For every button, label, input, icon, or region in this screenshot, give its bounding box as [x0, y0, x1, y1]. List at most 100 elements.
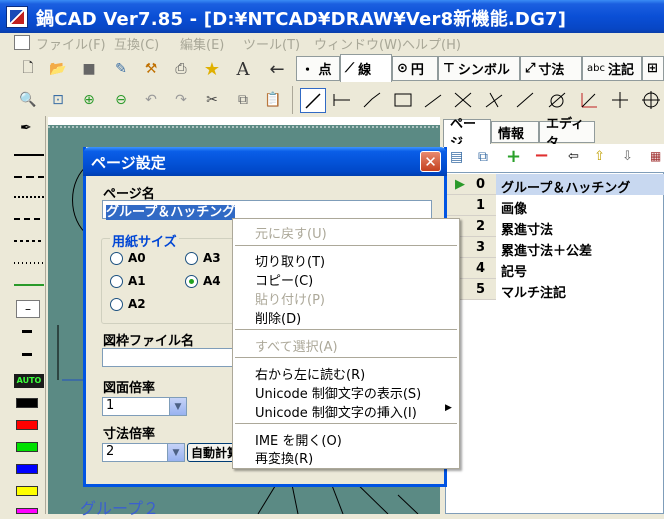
page-copy-icon[interactable]: ⧉ — [478, 149, 488, 165]
menu-window[interactable]: ウィンドウ(W) — [314, 34, 402, 53]
list-item[interactable]: 3 累進寸法＋公差 — [446, 237, 664, 259]
tab-info[interactable]: 情報 — [491, 121, 539, 143]
offset-tool-icon[interactable] — [483, 89, 505, 111]
copy-icon[interactable]: ⧉ — [232, 89, 254, 111]
remove-page-icon[interactable]: − — [534, 145, 549, 166]
menu-compat[interactable]: 互換(C) — [114, 34, 159, 53]
tab-symbol[interactable]: ⊤ シンボル — [438, 56, 520, 81]
zoom-icon[interactable]: 🔍 — [17, 89, 39, 111]
app-icon[interactable] — [6, 6, 28, 28]
menu-item-open-ime[interactable]: IME を開く(O) — [255, 430, 342, 449]
radio-a1[interactable] — [110, 275, 123, 288]
menu-item-cut[interactable]: 切り取り(T) — [255, 251, 325, 270]
line-tool-icon[interactable] — [300, 88, 326, 113]
radio-a4[interactable] — [185, 275, 198, 288]
tool-icon[interactable]: ⚒ — [140, 58, 162, 80]
menu-help[interactable]: ヘルプ(H) — [402, 34, 461, 53]
menu-item-copy[interactable]: コピー(C) — [255, 270, 313, 289]
color-red[interactable] — [16, 420, 38, 430]
close-icon[interactable]: ✕ — [420, 151, 441, 172]
tangent-tool-icon[interactable] — [514, 89, 536, 111]
crosshair-tool-icon[interactable] — [609, 89, 631, 111]
document-icon[interactable] — [14, 35, 30, 50]
tab-more[interactable]: ⊞ — [642, 56, 664, 81]
tab-dimension[interactable]: ⤢ 寸法 — [520, 56, 582, 81]
menu-item-paste[interactable]: 貼り付け(P) — [255, 289, 325, 308]
radio-a0[interactable] — [110, 252, 123, 265]
line-dash3[interactable] — [14, 240, 44, 242]
perpendicular-tool-icon[interactable] — [578, 89, 600, 111]
auto-calc-button[interactable]: 自動計算 — [187, 443, 237, 462]
color-green[interactable] — [16, 442, 38, 452]
target-tool-icon[interactable] — [640, 89, 662, 111]
line-green[interactable] — [14, 284, 44, 286]
cut-icon[interactable]: ✂ — [201, 89, 223, 111]
page-move-up-icon[interactable]: ⇧ — [594, 149, 605, 164]
menu-edit[interactable]: 編集(E) — [180, 34, 224, 53]
list-item[interactable]: 5 マルチ注記 — [446, 279, 664, 301]
tab-page[interactable]: ページ — [443, 117, 491, 151]
page-props-icon[interactable]: ▤ — [450, 149, 463, 165]
eyedropper-icon[interactable]: ✒ — [20, 120, 32, 136]
line-width-box[interactable]: – — [16, 300, 40, 318]
page-name-field[interactable]: グループ＆ハッチング — [102, 200, 432, 220]
tab-editor[interactable]: エディタ — [539, 117, 595, 151]
color-magenta[interactable] — [16, 508, 38, 514]
star-icon[interactable]: ★ — [201, 58, 223, 80]
menu-item-reconvert[interactable]: 再変換(R) — [255, 448, 313, 467]
zoom-out-icon[interactable]: ⊖ — [110, 89, 132, 111]
menu-file[interactable]: ファイル(F) — [36, 34, 106, 53]
list-item[interactable]: 1 画像 — [446, 195, 664, 217]
rectangle-tool-icon[interactable] — [392, 89, 414, 111]
auto-color-button[interactable]: AUTO — [14, 374, 44, 388]
line-dashed[interactable] — [14, 176, 44, 178]
page-move-down-icon[interactable]: ⇩ — [622, 149, 633, 164]
list-item[interactable]: 2 累進寸法 — [446, 216, 664, 238]
menu-item-select-all[interactable]: すべて選択(A) — [255, 336, 338, 355]
edit-icon[interactable]: ✎ — [110, 58, 132, 80]
dimension-scale-select[interactable]: 2 ▼ — [102, 443, 185, 462]
tab-line[interactable]: ⟋ 線 — [340, 54, 392, 82]
line-dotted[interactable] — [14, 196, 44, 198]
text-icon[interactable]: A — [232, 58, 254, 80]
line-dash4[interactable] — [14, 262, 44, 264]
zoom-in-icon[interactable]: ⊕ — [78, 89, 100, 111]
menu-item-delete[interactable]: 削除(D) — [255, 308, 301, 327]
menu-item-show-unicode[interactable]: Unicode 制御文字の表示(S) — [255, 383, 421, 402]
arrow-left-icon[interactable]: ← — [266, 58, 288, 80]
line-weight-2[interactable] — [22, 353, 32, 356]
tab-annotation[interactable]: abc 注記 — [582, 56, 642, 81]
add-page-icon[interactable]: + — [506, 146, 521, 167]
list-item[interactable]: ▶ 0 グループ＆ハッチング — [446, 174, 664, 196]
tab-point[interactable]: ・ 点 — [296, 56, 340, 81]
paste-icon[interactable]: 📋 — [262, 89, 284, 111]
circle-tangent-icon[interactable] — [546, 89, 568, 111]
list-item[interactable]: 4 記号 — [446, 258, 664, 280]
menu-item-insert-unicode[interactable]: Unicode 制御文字の挿入(I) — [255, 402, 417, 421]
chevron-down-icon[interactable]: ▼ — [167, 444, 184, 461]
menu-item-rtl[interactable]: 右から左に読む(R) — [255, 364, 365, 383]
menu-item-undo[interactable]: 元に戻す(U) — [255, 223, 327, 242]
slant-tool-icon[interactable] — [422, 89, 444, 111]
save-icon[interactable]: ■ — [78, 58, 100, 80]
menu-tools[interactable]: ツール(T) — [243, 34, 300, 53]
tab-circle[interactable]: ⊙ 円 — [392, 56, 438, 81]
line-solid[interactable] — [14, 154, 44, 156]
color-blue[interactable] — [16, 464, 38, 474]
cross-tool-icon[interactable] — [452, 89, 474, 111]
chevron-down-icon[interactable]: ▼ — [169, 398, 186, 415]
radio-a2[interactable] — [110, 298, 123, 311]
drawing-scale-select[interactable]: 1 ▼ — [102, 397, 187, 416]
open-folder-icon[interactable]: 📂 — [47, 58, 69, 80]
print-icon[interactable]: ⎙ — [170, 58, 192, 80]
frame-file-field[interactable] — [102, 348, 237, 367]
angle-tool-icon[interactable] — [361, 89, 383, 111]
color-black[interactable] — [16, 398, 38, 408]
color-yellow[interactable] — [16, 486, 38, 496]
new-file-icon[interactable]: 🗋 — [17, 58, 39, 80]
line-weight-1[interactable] — [22, 330, 32, 333]
line-dash2[interactable] — [14, 218, 44, 220]
redo-icon[interactable]: ↷ — [170, 89, 192, 111]
undo-icon[interactable]: ↶ — [140, 89, 162, 111]
zoom-window-icon[interactable]: ⊡ — [47, 89, 69, 111]
